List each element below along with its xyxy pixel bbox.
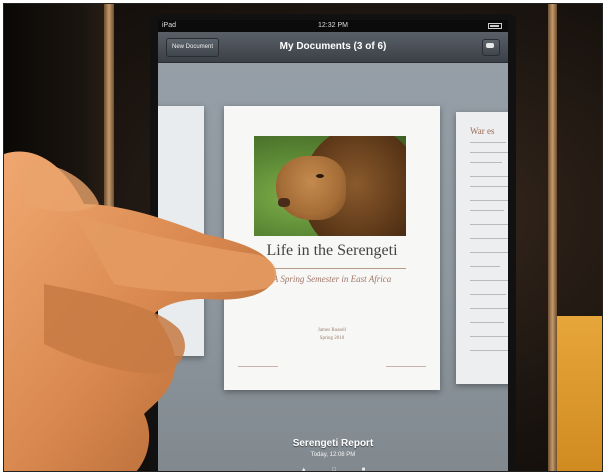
text-line	[470, 294, 506, 295]
duplicate-icon[interactable]: □	[332, 467, 336, 471]
text-line	[470, 350, 508, 351]
wood-edge-right	[548, 4, 557, 471]
text-line	[470, 186, 508, 187]
trash-icon[interactable]: ■	[362, 467, 366, 471]
text-line	[470, 224, 508, 225]
comment-button[interactable]	[482, 39, 500, 56]
speech-bubble-icon	[486, 43, 494, 48]
status-bar: iPad 12:32 PM	[158, 20, 508, 32]
text-line	[470, 308, 508, 309]
next-document-title: War es	[470, 126, 495, 136]
text-line	[470, 280, 508, 281]
text-line	[470, 252, 508, 253]
text-line	[470, 336, 508, 337]
text-line	[470, 176, 508, 177]
text-line	[470, 210, 504, 211]
pointing-hand	[4, 151, 277, 471]
toolbar-title: My Documents (3 of 6)	[279, 41, 387, 52]
text-line	[470, 200, 508, 201]
text-line	[470, 162, 502, 163]
toolbar: New Document My Documents (3 of 6)	[158, 32, 508, 63]
status-time: 12:32 PM	[318, 22, 348, 29]
photo-frame: iPad 12:32 PM New Document My Documents …	[3, 3, 603, 472]
text-line	[470, 152, 508, 153]
text-line	[470, 238, 508, 239]
lion-eye	[316, 174, 324, 178]
battery-icon	[488, 23, 502, 29]
document-thumbnail-next[interactable]: War es	[456, 112, 508, 384]
footer-line-right	[386, 366, 426, 367]
text-line	[470, 266, 500, 267]
text-line	[470, 322, 504, 323]
text-line	[470, 142, 506, 143]
sticky-note	[557, 316, 602, 471]
thumb	[24, 163, 99, 212]
